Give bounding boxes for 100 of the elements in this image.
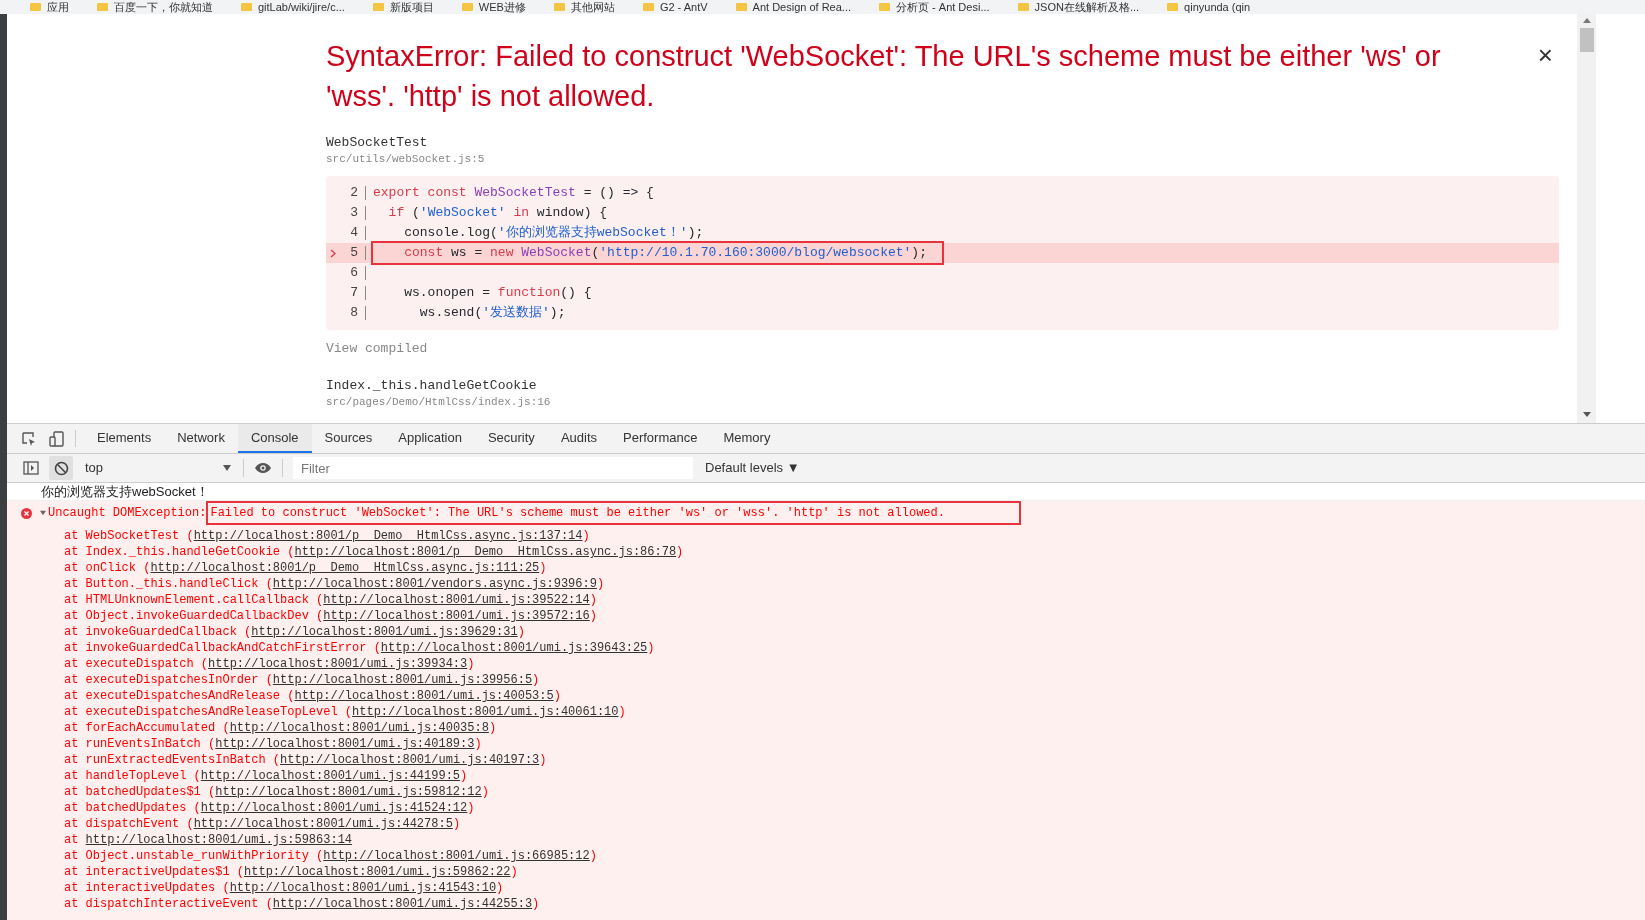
line-number: 4 (349, 224, 358, 243)
devtools-tab[interactable]: Memory (710, 424, 784, 453)
stack-frame: at interactiveUpdates$1 (http://localhost:8001/umi.js:59862:22) (64, 864, 1645, 880)
link[interactable]: http://localhost:8001/p__Demo__HtmlCss.async.js:86:78 (294, 545, 677, 559)
levels-dropdown[interactable]: Default levels ▼ (705, 458, 800, 478)
stack-frame: at executeDispatch (http://localhost:8001/umi.js:39934:3) (64, 656, 1645, 672)
stack-frame: at WebSocketTest (http://localhost:8001/p__Demo__HtmlCss.async.js:137:14) (64, 528, 1645, 544)
exception-label: Uncaught DOMException: (48, 506, 207, 520)
stack-frame: at Object.invokeGuardedCallbackDev (http://localhost:8001/umi.js:39572:16) (64, 608, 1645, 624)
devtools-tab[interactable]: Sources (311, 424, 386, 453)
code-line: const ws = new WebSocket('http://10.1.70.160:3000/blog/websocket'); (403, 244, 927, 263)
stack-frame: at runExtractedEventsInBatch (http://localhost:8001/umi.js:40197:3) (64, 752, 1645, 768)
stack-frame: at invokeGuardedCallbackAndCatchFirstError (http://localhost:8001/umi.js:39643:25) (64, 640, 1645, 656)
sidebar-toggle-icon[interactable] (23, 461, 39, 475)
context-select[interactable]: top (83, 457, 233, 479)
scroll-down-icon[interactable] (1582, 412, 1591, 417)
link[interactable]: http://localhost:8001/vendors.async.js:9396:9 (272, 577, 597, 591)
link[interactable]: http://localhost:8001/umi.js:44199:5 (200, 769, 461, 783)
link[interactable]: http://localhost:8001/umi.js:40053:5 (294, 689, 554, 703)
link[interactable]: http://localhost:8001/umi.js:40035:8 (229, 721, 489, 735)
stack-frame: at invokeGuardedCallback (http://localhost:8001/umi.js:39629:31) (64, 624, 1645, 640)
link[interactable]: http://localhost:8001/umi.js:39629:31 (251, 625, 518, 639)
stack-frame: at onClick (http://localhost:8001/p__Demo__HtmlCss.async.js:111:25) (64, 560, 1645, 576)
bookmark[interactable]: G2 - AntV (642, 0, 708, 14)
frame-file: src/utils/webSocket.js:5 (326, 152, 486, 167)
link[interactable]: http://localhost:8001/umi.js:41524:12 (200, 801, 468, 815)
link[interactable]: http://localhost:8001/umi.js:39643:25 (380, 641, 648, 655)
code-line: ws.send('发送数据'); (418, 304, 566, 323)
stack-frame: at executeDispatchesInOrder (http://localhost:8001/umi.js:39956:5) (64, 672, 1645, 688)
scrollbar[interactable] (1577, 14, 1596, 423)
stack-frame: at batchedUpdates$1 (http://localhost:8001/umi.js:59812:12) (64, 784, 1645, 800)
devtools-tab[interactable]: Performance (610, 424, 711, 453)
bookmark[interactable]: qinyunda (qin (1167, 0, 1251, 14)
code-line: console.log('你的浏览器支持webSocket！'); (403, 224, 704, 243)
link[interactable]: http://localhost:8001/umi.js:66985:12 (323, 849, 590, 863)
link[interactable]: http://localhost:8001/p__Demo__HtmlCss.async.js:137:14 (193, 529, 583, 543)
filter-field[interactable]: Filter (293, 457, 693, 479)
eye-icon[interactable] (254, 462, 272, 474)
error-title: SyntaxError: Failed to construct 'WebSocket': The URL's scheme must be either 'ws' or 'wss'. 'http' is not allowed. (326, 39, 1442, 114)
bookmark[interactable]: 百度一下，你就知道 (97, 0, 213, 14)
link[interactable]: http://localhost:8001/umi.js:44278:5 (193, 817, 453, 831)
bookmark[interactable]: 新版项目 (372, 0, 434, 14)
link[interactable]: http://localhost:8001/umi.js:41543:10 (229, 881, 497, 895)
link[interactable]: http://localhost:8001/umi.js:59862:22 (244, 865, 511, 879)
link[interactable]: http://localhost:8001/p__Demo__HtmlCss.async.js:111:25 (150, 561, 540, 575)
link[interactable]: http://localhost:8001/umi.js:40189:3 (215, 737, 475, 751)
link[interactable]: http://localhost:8001/umi.js:40061:10 (352, 705, 619, 719)
link[interactable]: http://localhost:8001/umi.js:40197:3 (280, 753, 540, 767)
link[interactable]: http://localhost:8001/umi.js:39522:14 (323, 593, 590, 607)
bookmark[interactable]: 其他网站 (553, 0, 615, 14)
frame-name: Index._this.handleGetCookie (326, 376, 538, 394)
stack-frame: at Button._this.handleClick (http://localhost:8001/vendors.async.js:9396:9) (64, 576, 1645, 592)
link[interactable]: http://localhost:8001/umi.js:39956:5 (272, 673, 533, 687)
close-button[interactable]: × (1537, 42, 1553, 68)
stack-frame: at dispatchEvent (http://localhost:8001/umi.js:44278:5) (64, 816, 1645, 832)
code-line: export const WebSocketTest = () => { (373, 184, 654, 203)
link[interactable]: http://localhost:8001/umi.js:59812:12 (215, 785, 482, 799)
bookmark[interactable]: Ant Design of Rea... (735, 0, 852, 14)
expand-arrow-icon[interactable] (40, 509, 46, 517)
scroll-up-icon[interactable] (1582, 18, 1591, 23)
view-compiled-link[interactable]: View compiled (326, 339, 1559, 359)
scrollbar-thumb[interactable] (1579, 28, 1594, 52)
line-number: 2 (349, 184, 358, 203)
caret-icon (223, 465, 231, 471)
line-number: 8 (349, 304, 358, 323)
clear-console-button[interactable] (49, 456, 73, 480)
bookmark[interactable]: 分析页 - Ant Desi... (879, 0, 990, 14)
link[interactable]: http://localhost:8001/umi.js:59863:14 (85, 833, 353, 847)
devtools-tab[interactable]: Application (385, 424, 475, 453)
code-line: if ('WebSocket' in window) { (387, 204, 608, 223)
stack-frame: at Object.unstable_runWithPriority (http://localhost:8001/umi.js:66985:12) (64, 848, 1645, 864)
device-icon[interactable] (49, 430, 65, 447)
code-line: ws.onopen = function() { (403, 284, 592, 303)
link[interactable]: http://localhost:8001/umi.js:39934:3 (208, 657, 468, 671)
error-icon (21, 507, 32, 519)
stack-frame: at handleTopLevel (http://localhost:8001/umi.js:44199:5) (64, 768, 1645, 784)
devtools-tab[interactable]: Security (474, 424, 548, 453)
stack-frame: at Index._this.handleGetCookie (http://localhost:8001/p__Demo__HtmlCss.async.js:86:78) (64, 544, 1645, 560)
link[interactable]: http://localhost:8001/umi.js:44255:3 (272, 897, 533, 911)
link[interactable]: http://localhost:8001/umi.js:39572:16 (323, 609, 590, 623)
bookmark[interactable]: 应用 (30, 0, 69, 14)
devtools-tab[interactable]: Console (237, 424, 312, 453)
stack-frame: at runEventsInBatch (http://localhost:8001/umi.js:40189:3) (64, 736, 1645, 752)
frame-name: WebSocketTest (326, 134, 429, 151)
bookmark[interactable]: gitLab/wiki/jire/c... (241, 0, 345, 14)
stack-frame: at forEachAccumulated (http://localhost:8001/umi.js:40035:8) (64, 720, 1645, 736)
devtools-tab[interactable]: Network (164, 424, 238, 453)
devtools-tab[interactable]: Elements (84, 424, 165, 453)
frame-file: src/pages/Demo/HtmlCss/index.js:16 (326, 394, 552, 410)
stack-frame: at executeDispatchesAndRelease (http://localhost:8001/umi.js:40053:5) (64, 688, 1645, 704)
bookmark[interactable]: JSON在线解析及格... (1017, 0, 1140, 14)
stack-frame: at executeDispatchesAndReleaseTopLevel (http://localhost:8001/umi.js:40061:10) (64, 704, 1645, 720)
line-number: 7 (349, 284, 358, 303)
stack-frame: at dispatchInteractiveEvent (http://localhost:8001/umi.js:44255:3) (64, 896, 1645, 912)
inspect-icon[interactable] (21, 430, 37, 447)
line-number: 6 (349, 264, 358, 283)
devtools-tab[interactable]: Audits (547, 424, 610, 453)
chevron-icon (330, 248, 336, 258)
stack-frame: at interactiveUpdates (http://localhost:8001/umi.js:41543:10) (64, 880, 1645, 896)
bookmark[interactable]: WEB进修 (461, 0, 526, 14)
